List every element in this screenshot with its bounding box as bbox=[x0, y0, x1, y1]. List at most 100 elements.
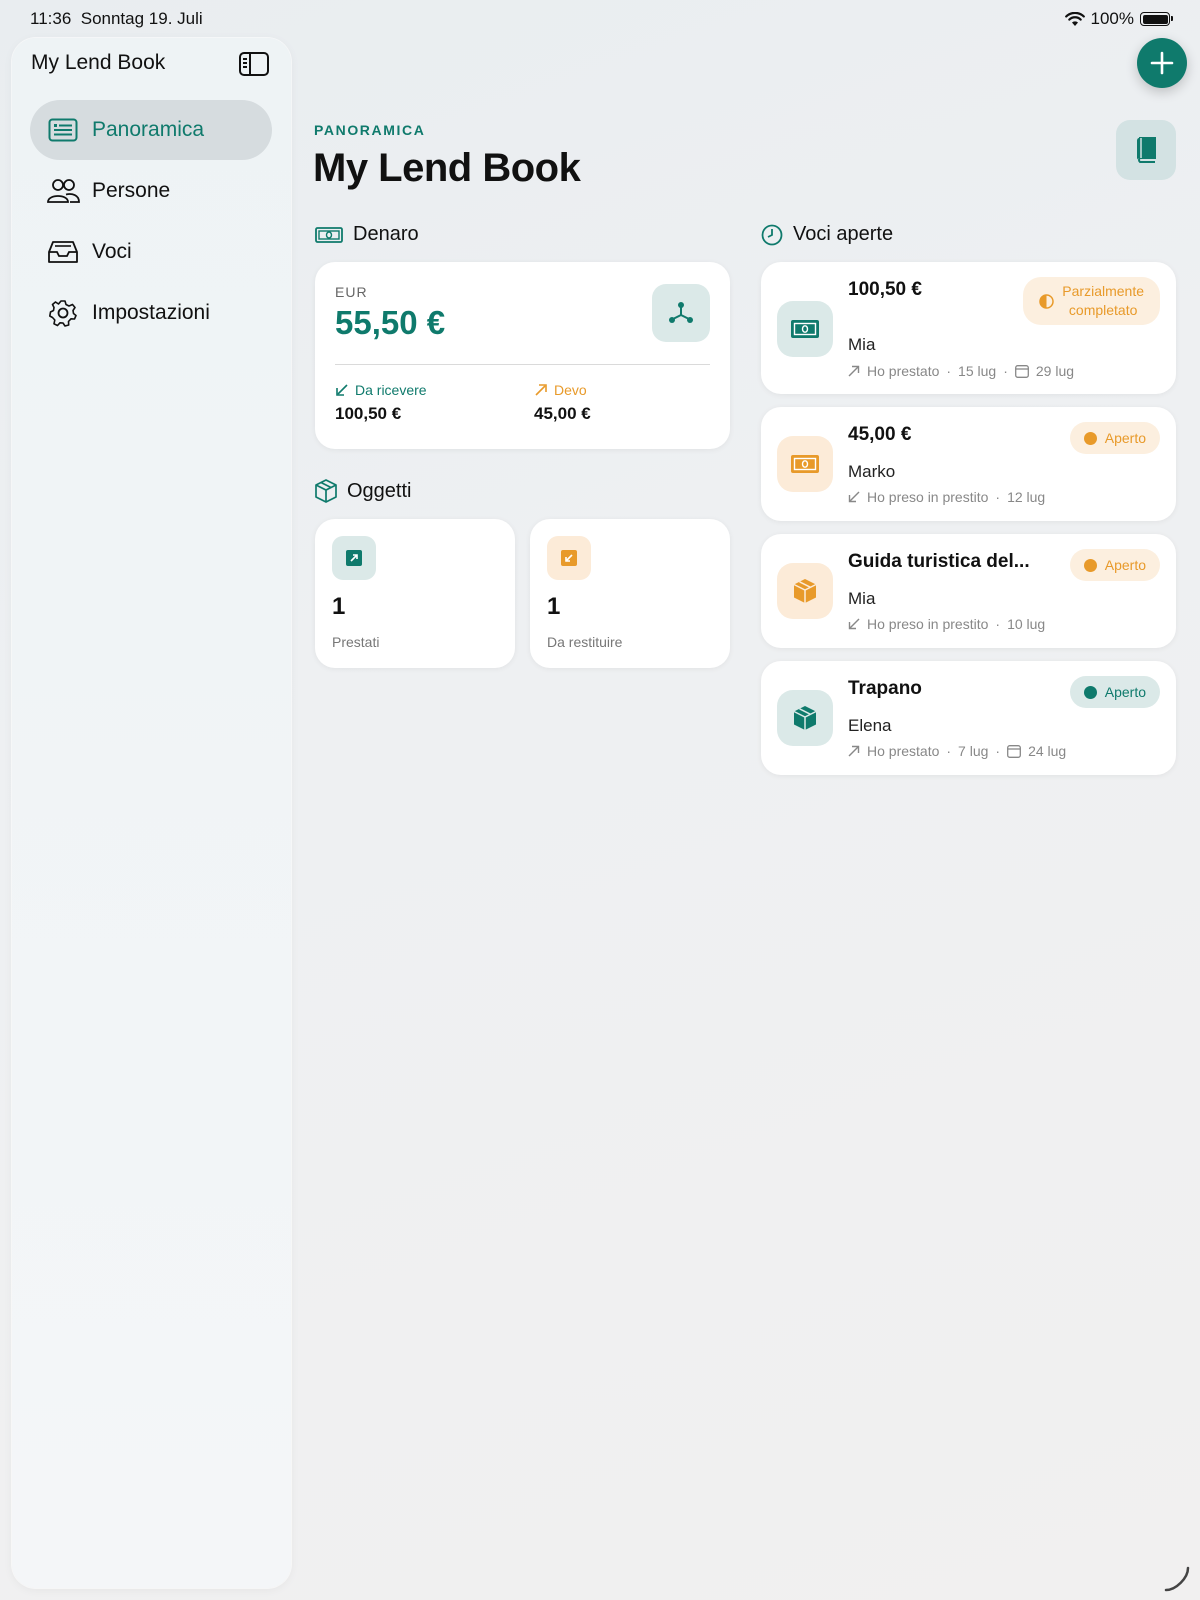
arrow-down-left-icon bbox=[848, 491, 860, 503]
entry-date: 7 lug bbox=[958, 743, 989, 759]
entry-date: 10 lug bbox=[1007, 616, 1046, 632]
box-icon bbox=[793, 579, 817, 603]
calendar-icon bbox=[1014, 364, 1029, 378]
arrow-up-right-icon bbox=[848, 745, 860, 757]
open-entries-heading: Voci aperte bbox=[793, 223, 894, 245]
sidebar-item-voci[interactable]: Voci bbox=[30, 222, 272, 282]
entry-meta: Ho prestato · 7 lug · 24 lug bbox=[848, 743, 1066, 759]
page-title: My Lend Book bbox=[313, 146, 581, 190]
return-count: 1 bbox=[547, 593, 561, 620]
status-dot-icon bbox=[1083, 431, 1097, 445]
entry-type-icon bbox=[777, 563, 833, 619]
lent-count: 1 bbox=[332, 593, 346, 620]
objects-section-heading: Oggetti bbox=[315, 479, 411, 503]
entry-title: 45,00 € bbox=[848, 424, 912, 445]
resize-handle-icon[interactable] bbox=[1162, 1564, 1192, 1594]
add-button[interactable] bbox=[1137, 38, 1187, 88]
tray-icon bbox=[46, 237, 80, 267]
lent-label: Prestati bbox=[332, 634, 380, 650]
entry-meta: Ho preso in prestito · 10 lug bbox=[848, 616, 1045, 632]
box-icon bbox=[315, 479, 337, 503]
owe-summary: Devo 45,00 € bbox=[534, 382, 591, 424]
arrow-up-right-icon bbox=[848, 365, 860, 377]
money-card[interactable]: EUR 55,50 € Da ricevere 100,50 € Devo 45… bbox=[315, 262, 730, 449]
banknote-icon bbox=[315, 226, 343, 243]
banknote-icon bbox=[791, 320, 819, 338]
gear-icon bbox=[46, 298, 80, 328]
arrow-down-left-icon bbox=[336, 384, 348, 396]
nodes-icon bbox=[669, 302, 693, 323]
status-time: 11:36 Sonntag 19. Juli bbox=[30, 9, 203, 28]
half-circle-icon bbox=[1039, 293, 1055, 309]
entry-person: Mia bbox=[848, 589, 876, 608]
banknote-icon bbox=[791, 455, 819, 473]
owe-amount: 45,00 € bbox=[534, 404, 591, 423]
arrow-up-right-icon bbox=[535, 384, 547, 396]
sidebar-item-label: Panoramica bbox=[92, 118, 205, 141]
sidebar-item-label: Impostazioni bbox=[92, 301, 210, 324]
book-icon bbox=[1137, 137, 1156, 163]
money-heading: Denaro bbox=[353, 223, 419, 245]
entry-type-icon bbox=[777, 436, 833, 492]
arrow-down-left-icon bbox=[848, 618, 860, 630]
entry-direction: Ho prestato bbox=[867, 743, 940, 759]
sidebar-item-panoramica[interactable]: Panoramica bbox=[30, 100, 272, 160]
currency-label: EUR bbox=[335, 284, 368, 300]
entry-date: 12 lug bbox=[1007, 489, 1046, 505]
entry-person: Elena bbox=[848, 716, 892, 735]
entry-card[interactable]: 100,50 € Parzialmente completato Mia Ho … bbox=[761, 262, 1176, 394]
receive-summary: Da ricevere 100,50 € bbox=[335, 382, 427, 424]
split-button[interactable] bbox=[652, 284, 710, 342]
entry-card[interactable]: Trapano Aperto Elena Ho prestato · 7 lug… bbox=[761, 661, 1176, 775]
receive-label: Da ricevere bbox=[355, 382, 427, 398]
calendar-icon bbox=[1007, 744, 1022, 758]
status-badge: Aperto bbox=[1069, 422, 1160, 454]
book-button[interactable] bbox=[1116, 120, 1176, 180]
entry-direction: Ho preso in prestito bbox=[867, 489, 989, 505]
sidebar-item-label: Persone bbox=[92, 179, 171, 202]
list-card-icon bbox=[46, 115, 80, 145]
entry-direction: Ho prestato bbox=[867, 363, 940, 379]
entry-type-icon bbox=[777, 690, 833, 746]
entry-person: Mia bbox=[848, 335, 876, 354]
sidebar-item-label: Voci bbox=[92, 240, 132, 263]
status-badge: Parzialmente completato bbox=[1023, 277, 1160, 325]
battery-percent: 100% bbox=[1090, 9, 1134, 28]
sidebar-title: My Lend Book bbox=[31, 51, 166, 74]
status-indicators: 100% bbox=[1064, 9, 1173, 29]
entry-due-date: 29 lug bbox=[1035, 363, 1075, 379]
status-dot-icon bbox=[1083, 558, 1097, 572]
arrow-up-right-square-icon bbox=[346, 550, 362, 566]
entry-due-date: 24 lug bbox=[1028, 743, 1067, 759]
status-badge: Aperto bbox=[1069, 549, 1160, 581]
battery-icon bbox=[1140, 12, 1173, 26]
open-entries-section-heading: Voci aperte bbox=[761, 223, 893, 246]
sidebar-item-persone[interactable]: Persone bbox=[30, 161, 272, 221]
receive-amount: 100,50 € bbox=[335, 404, 402, 423]
sidebar-toggle-icon[interactable] bbox=[239, 52, 269, 76]
sidebar-nav: Panoramica Persone Voci Impostazioni bbox=[30, 100, 272, 344]
sidebar-item-impostazioni[interactable]: Impostazioni bbox=[30, 283, 272, 343]
return-label: Da restituire bbox=[547, 634, 623, 650]
return-objects-card[interactable]: 1 Da restituire bbox=[530, 519, 730, 668]
wifi-icon bbox=[1064, 11, 1085, 26]
entry-meta: Ho preso in prestito · 12 lug bbox=[848, 489, 1045, 505]
lent-objects-card[interactable]: 1 Prestati bbox=[315, 519, 515, 668]
box-icon bbox=[793, 706, 817, 730]
divider bbox=[335, 364, 710, 365]
objects-heading: Oggetti bbox=[347, 479, 412, 502]
plus-icon bbox=[1150, 51, 1174, 75]
lent-icon-badge bbox=[332, 536, 376, 580]
entry-title: 100,50 € bbox=[848, 279, 922, 300]
entry-type-icon bbox=[777, 301, 833, 357]
status-badge: Aperto bbox=[1069, 676, 1160, 708]
entry-card[interactable]: Guida turistica del... Aperto Mia Ho pre… bbox=[761, 534, 1176, 648]
arrow-down-left-square-icon bbox=[561, 550, 577, 566]
entry-card[interactable]: 45,00 € Aperto Marko Ho preso in prestit… bbox=[761, 407, 1176, 521]
return-icon-badge bbox=[547, 536, 591, 580]
entry-title: Trapano bbox=[848, 678, 922, 699]
owe-label: Devo bbox=[554, 382, 587, 398]
entry-direction: Ho preso in prestito bbox=[867, 616, 989, 632]
page-eyebrow: PANORAMICA bbox=[314, 122, 426, 138]
entry-title: Guida turistica del... bbox=[848, 551, 1030, 572]
